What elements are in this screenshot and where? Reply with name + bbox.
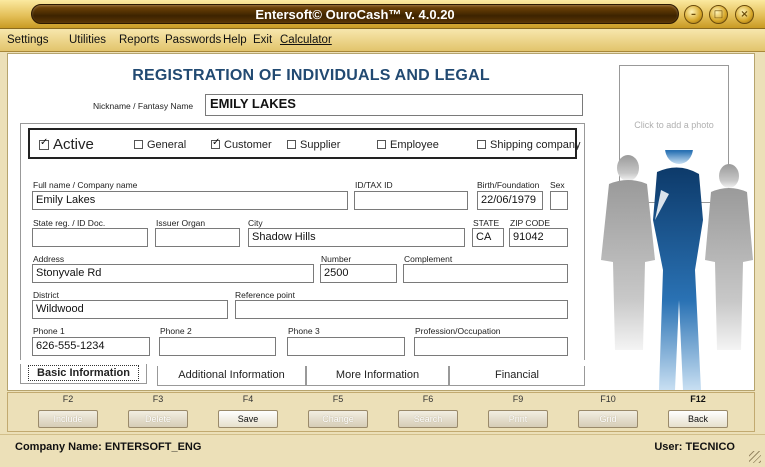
fkey-label-f10: F10	[600, 394, 616, 404]
tab-additional-information[interactable]: Additional Information	[157, 366, 306, 386]
title-pill: Entersoft© OuroCash™ v. 4.0.20	[31, 4, 679, 24]
phone1-label: Phone 1	[33, 326, 65, 336]
birth-label: Birth/Foundation	[477, 180, 540, 190]
district-label: District	[33, 290, 59, 300]
menu-passwords[interactable]: Passwords	[165, 34, 221, 46]
grid-button[interactable]: Grid	[578, 410, 638, 428]
supplier-checkbox[interactable]: Supplier	[287, 139, 340, 151]
menu-utilities[interactable]: Utilities	[69, 34, 106, 46]
address-label: Address	[33, 254, 65, 264]
issuer-label: Issuer Organ	[156, 218, 206, 228]
change-button[interactable]: Change	[308, 410, 368, 428]
shipping-company-checkbox[interactable]: Shipping company	[477, 139, 581, 151]
minimize-icon[interactable]: –	[684, 5, 703, 24]
resize-grip-icon[interactable]	[749, 451, 761, 463]
company-name: Company Name: ENTERSOFT_ENG	[15, 441, 202, 453]
tax-id-label: ID/TAX ID	[355, 180, 393, 190]
birth-input[interactable]: 22/06/1979	[477, 191, 543, 210]
fkey-label-f9: F9	[512, 394, 524, 404]
nickname-input[interactable]: EMILY LAKES	[205, 94, 583, 116]
reference-input[interactable]	[235, 300, 568, 319]
form-tabs: Basic Information Additional Information…	[20, 364, 585, 388]
sex-input[interactable]	[550, 191, 568, 210]
menu-bar: Settings Utilities Reports Passwords Hel…	[0, 29, 765, 52]
phone2-label: Phone 2	[160, 326, 192, 336]
tab-basic-information[interactable]: Basic Information	[20, 364, 147, 384]
district-input[interactable]: Wildwood	[32, 300, 228, 319]
menu-exit[interactable]: Exit	[253, 34, 272, 46]
customer-checkbox[interactable]: Customer	[211, 137, 272, 151]
active-checkbox[interactable]: Active	[39, 136, 94, 153]
title-bar[interactable]: Entersoft© OuroCash™ v. 4.0.20 – □ ×	[0, 0, 765, 29]
print-button[interactable]: Print	[488, 410, 548, 428]
include-button[interactable]: Include	[38, 410, 98, 428]
phone1-input[interactable]: 626-555-1234	[32, 337, 150, 356]
menu-help[interactable]: Help	[223, 34, 247, 46]
app-window: Entersoft© OuroCash™ v. 4.0.20 – □ × Set…	[0, 0, 765, 467]
state-label: STATE	[473, 218, 500, 228]
current-user: User: TECNICO	[654, 441, 735, 453]
full-name-input[interactable]: Emily Lakes	[32, 191, 348, 210]
phone3-label: Phone 3	[288, 326, 320, 336]
status-bar: Company Name: ENTERSOFT_ENG User: TECNIC…	[0, 434, 765, 467]
complement-label: Complement	[404, 254, 453, 264]
fkey-label-f4: F4	[242, 394, 254, 404]
person-type-box: Active General Customer Supplier Employe…	[28, 128, 581, 159]
photo-placeholder: Click to add a photo	[634, 120, 714, 130]
menu-calculator[interactable]: Calculator	[280, 34, 332, 46]
phone3-input[interactable]	[287, 337, 405, 356]
zip-input[interactable]: 91042	[509, 228, 568, 247]
profession-label: Profession/Occupation	[415, 326, 501, 336]
state-reg-input[interactable]	[32, 228, 148, 247]
state-input[interactable]: CA	[472, 228, 504, 247]
nickname-label: Nickname / Fantasy Name	[93, 101, 194, 111]
delete-button[interactable]: Delete	[128, 410, 188, 428]
window-title: Entersoft© OuroCash™ v. 4.0.20	[255, 7, 455, 22]
fkey-label-f5: F5	[332, 394, 344, 404]
close-icon[interactable]: ×	[735, 5, 754, 24]
main-panel: REGISTRATION OF INDIVIDUALS AND LEGAL Ni…	[7, 53, 755, 391]
maximize-icon[interactable]: □	[709, 5, 728, 24]
number-label: Number	[321, 254, 352, 264]
zip-label: ZIP CODE	[510, 218, 550, 228]
address-input[interactable]: Stonyvale Rd	[32, 264, 314, 283]
reference-label: Reference point	[235, 290, 296, 300]
form-title: REGISTRATION OF INDIVIDUALS AND LEGAL	[132, 67, 490, 84]
tax-id-input[interactable]	[354, 191, 468, 210]
search-button[interactable]: Search	[398, 410, 458, 428]
fkey-label-f3: F3	[152, 394, 164, 404]
fkey-label-f12: F12	[690, 394, 706, 404]
employee-checkbox[interactable]: Employee	[377, 139, 439, 151]
function-key-bar: F2 Include F3 Delete F4 Save F5 Change F…	[7, 392, 755, 432]
back-button[interactable]: Back	[668, 410, 728, 428]
profession-input[interactable]	[414, 337, 568, 356]
tab-more-information[interactable]: More Information	[306, 366, 449, 386]
people-silhouette-graphic	[601, 150, 753, 390]
fkey-label-f6: F6	[422, 394, 434, 404]
city-label: City	[248, 218, 263, 228]
sex-label: Sex	[550, 180, 565, 190]
save-button[interactable]: Save	[218, 410, 278, 428]
menu-reports[interactable]: Reports	[119, 34, 159, 46]
full-name-label: Full name / Company name	[33, 180, 138, 190]
complement-input[interactable]	[403, 264, 568, 283]
menu-settings[interactable]: Settings	[7, 34, 49, 46]
issuer-input[interactable]	[155, 228, 240, 247]
phone2-input[interactable]	[159, 337, 276, 356]
city-input[interactable]: Shadow Hills	[248, 228, 465, 247]
fkey-label-f2: F2	[62, 394, 74, 404]
number-input[interactable]: 2500	[320, 264, 397, 283]
general-checkbox[interactable]: General	[134, 139, 186, 151]
tab-financial[interactable]: Financial	[449, 366, 585, 386]
state-reg-label: State reg. / ID Doc.	[33, 218, 106, 228]
